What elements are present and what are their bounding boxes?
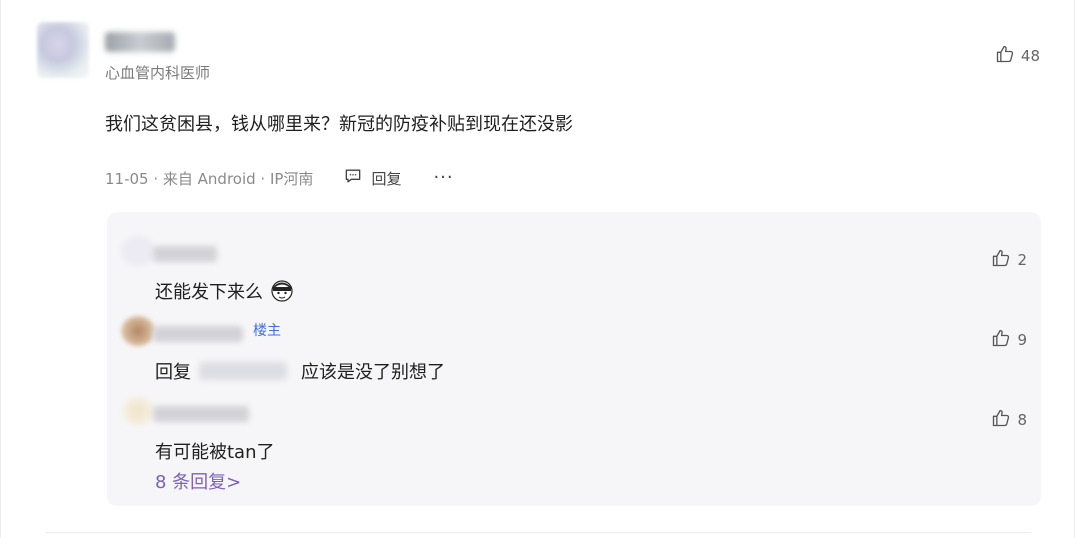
reply-item: 还能发下来么 2 [107, 226, 1041, 306]
thumbs-up-icon [991, 328, 1011, 352]
more-icon[interactable]: ··· [433, 169, 453, 187]
like-button[interactable]: 9 [991, 328, 1027, 352]
reply-text: 应该是没了别想了 [301, 362, 445, 383]
thumbs-up-icon [991, 248, 1011, 272]
avatar[interactable] [121, 316, 155, 346]
emoji-icon [271, 280, 293, 302]
op-badge: 楼主 [253, 323, 281, 339]
like-button[interactable]: 48 [995, 44, 1040, 68]
reply-text-row: 回复 应该是没了别想了 [155, 358, 445, 384]
reply-label: 回复 [371, 169, 402, 188]
comment-icon [343, 166, 363, 190]
avatar[interactable] [37, 22, 89, 78]
reply-item: 有可能被tan了 8 [107, 386, 1041, 466]
thumbs-up-icon [991, 408, 1011, 432]
comment-meta: 11-05 · 来自 Android · IP河南 [105, 169, 314, 188]
reply-text-row: 有可能被tan了 [155, 438, 275, 464]
mention-blurred[interactable] [199, 362, 287, 380]
more-replies-link[interactable]: 8 条回复> [155, 468, 241, 494]
comment-meta-row: 11-05 · 来自 Android · IP河南 回复 ··· [105, 166, 454, 190]
thumbs-up-icon [995, 44, 1015, 68]
author-title: 心血管内科医师 [105, 64, 211, 82]
avatar[interactable] [121, 236, 155, 266]
like-count: 8 [1017, 411, 1027, 429]
avatar[interactable] [121, 396, 155, 426]
reply-button[interactable]: 回复 [343, 166, 401, 190]
like-count: 2 [1017, 251, 1027, 269]
like-count: 9 [1017, 331, 1027, 349]
comment-text: 我们这贫困县，钱从哪里来？新冠的防疫补贴到现在还没影 [105, 114, 573, 135]
reply-author-name-blurred[interactable] [153, 326, 243, 342]
reply-text-row: 还能发下来么 [155, 278, 293, 304]
like-button[interactable]: 2 [991, 248, 1027, 272]
reply-author-name-blurred[interactable] [153, 406, 249, 422]
like-button[interactable]: 8 [991, 408, 1027, 432]
reply-text: 还能发下来么 [155, 282, 263, 303]
divider [45, 532, 1031, 533]
comment-page: 心血管内科医师 48 我们这贫困县，钱从哪里来？新冠的防疫补贴到现在还没影 11… [0, 0, 1075, 538]
reply-prefix: 回复 [155, 362, 191, 383]
author-name-blurred[interactable] [105, 32, 175, 52]
reply-item: 楼主 回复 应该是没了别想了 9 [107, 306, 1041, 386]
like-count: 48 [1020, 47, 1040, 65]
replies-panel: 还能发下来么 2 楼主 回复 应该是没了别想了 9 有可能被tan了 8 8 条… [107, 212, 1041, 506]
reply-text: 有可能被tan了 [155, 442, 275, 463]
reply-author-name-blurred[interactable] [153, 246, 217, 262]
